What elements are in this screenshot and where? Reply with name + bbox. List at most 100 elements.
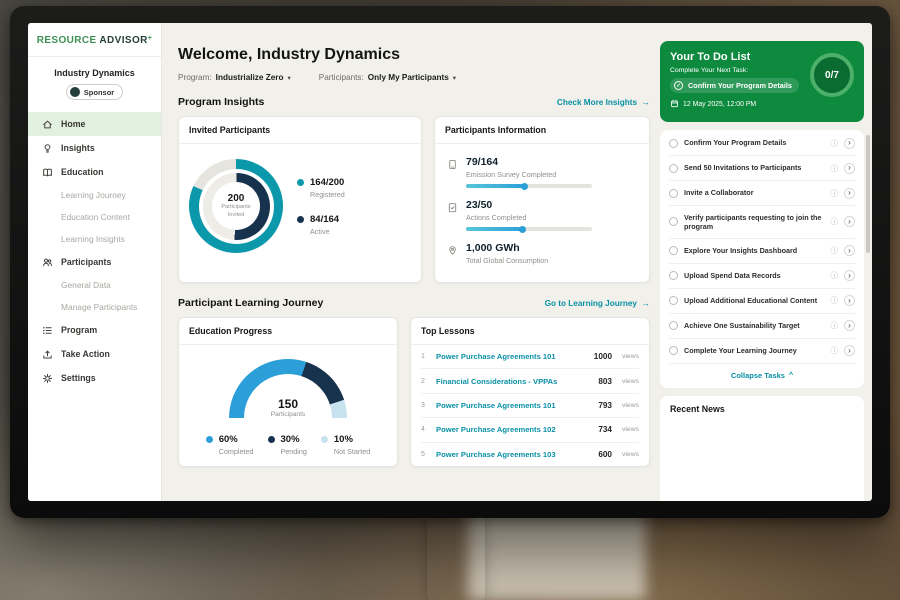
task-row[interactable]: Complete Your Learning Journey ⓘ › (669, 339, 855, 364)
task-checkbox[interactable] (669, 271, 678, 280)
task-checkbox[interactable] (669, 346, 678, 355)
info-icon[interactable]: ⓘ (831, 320, 839, 331)
lesson-link[interactable]: Power Purchase Agreements 102 (436, 425, 590, 434)
sidebar-item-manage-participants[interactable]: Manage Participants (28, 296, 161, 318)
page-title: Welcome, Industry Dynamics (178, 46, 650, 64)
task-row[interactable]: Invite a Collaborator ⓘ › (669, 181, 855, 206)
legend-value: 84/164 (310, 214, 339, 225)
task-checkbox[interactable] (669, 164, 678, 173)
task-row[interactable]: Send 50 Invitations to Participants ⓘ › (669, 156, 855, 181)
legend-label: Active (310, 227, 339, 236)
sidebar-item-insights[interactable]: Insights (28, 136, 161, 160)
collapse-label: Collapse Tasks (731, 371, 785, 380)
sidebar-item-take-action[interactable]: Take Action (28, 342, 161, 366)
go-to-learning-journey-link[interactable]: Go to Learning Journey → (545, 298, 650, 308)
info-icon[interactable]: ⓘ (831, 138, 839, 149)
stat-value: 1,000 GWh (466, 242, 548, 254)
todo-task-list: Confirm Your Program Details ⓘ › Send 50… (660, 130, 864, 388)
sidebar-item-participants[interactable]: Participants (28, 250, 161, 274)
invited-participants-donut-chart: 200 Participants Invited (189, 159, 283, 253)
app-logo: RESOURCE ADVISOR+ (28, 35, 161, 46)
sidebar-item-education-content[interactable]: Education Content (28, 206, 161, 228)
info-icon[interactable]: ⓘ (831, 345, 839, 356)
legend-dot-navy (268, 436, 275, 443)
info-icon[interactable]: ⓘ (831, 188, 839, 199)
task-checkbox[interactable] (669, 246, 678, 255)
sidebar-item-label: Education (61, 167, 104, 177)
due-date-row: 12 May 2025, 12:00 PM (670, 99, 854, 110)
chevron-right-icon[interactable]: › (844, 138, 855, 149)
task-row[interactable]: Explore Your Insights Dashboard ⓘ › (669, 239, 855, 264)
lesson-link[interactable]: Financial Considerations - VPPAs (436, 377, 590, 386)
lesson-views: 1000 (594, 352, 612, 361)
lesson-link[interactable]: Power Purchase Agreements 101 (436, 352, 586, 361)
sidebar-item-home[interactable]: Home (28, 112, 161, 136)
task-checkbox[interactable] (669, 321, 678, 330)
lesson-row: 2 Financial Considerations - VPPAs 803 v… (421, 369, 639, 393)
chevron-right-icon[interactable]: › (844, 163, 855, 174)
legend-value: 60% (219, 434, 254, 445)
chevron-right-icon[interactable]: › (844, 270, 855, 281)
program-filter[interactable]: Program: Industrialize Zero ▾ (178, 73, 291, 82)
location-pin-icon (447, 242, 458, 270)
info-icon[interactable]: ⓘ (831, 245, 839, 256)
check-more-insights-link[interactable]: Check More Insights → (557, 97, 650, 107)
sidebar-item-learning-journey[interactable]: Learning Journey (28, 184, 161, 206)
chevron-right-icon[interactable]: › (844, 188, 855, 199)
scrollbar[interactable] (866, 135, 870, 253)
divider (28, 56, 161, 57)
task-label: Upload Spend Data Records (684, 271, 825, 280)
lesson-row: 3 Power Purchase Agreements 101 793 view… (421, 394, 639, 418)
sidebar-item-label: Program (61, 325, 97, 335)
legend-label: Registered (310, 190, 345, 199)
lesson-link[interactable]: Power Purchase Agreements 103 (436, 450, 590, 459)
chevron-right-icon[interactable]: › (844, 320, 855, 331)
next-task-pill[interactable]: ✓ Confirm Your Program Details (670, 78, 799, 93)
sidebar-item-program[interactable]: Program (28, 318, 161, 342)
card-title: Invited Participants (179, 117, 421, 144)
todo-progress-count: 0/7 (825, 70, 839, 81)
task-label: Send 50 Invitations to Participants (684, 163, 825, 172)
collapse-tasks-button[interactable]: Collapse Tasks ^ (669, 364, 855, 385)
sidebar-item-label: Education Content (61, 212, 130, 222)
info-icon[interactable]: ⓘ (831, 270, 839, 281)
task-checkbox[interactable] (669, 217, 678, 226)
todo-progress-ring: 0/7 (810, 53, 854, 97)
info-icon[interactable]: ⓘ (831, 216, 839, 227)
sidebar-item-education[interactable]: Education (28, 160, 161, 184)
legend-dot-light (321, 436, 328, 443)
sidebar-item-general-data[interactable]: General Data (28, 274, 161, 296)
legend-label: Completed (219, 447, 254, 456)
chevron-down-icon: ▾ (453, 74, 456, 82)
book-icon (42, 167, 53, 178)
task-checkbox[interactable] (669, 189, 678, 198)
info-icon[interactable]: ⓘ (831, 295, 839, 306)
task-row[interactable]: Achieve One Sustainability Target ⓘ › (669, 314, 855, 339)
lesson-link[interactable]: Power Purchase Agreements 101 (436, 401, 590, 410)
education-progress-gauge-chart: 150 Participants (229, 359, 347, 418)
chevron-right-icon[interactable]: › (844, 216, 855, 227)
task-label: Complete Your Learning Journey (684, 346, 825, 355)
participants-filter[interactable]: Participants: Only My Participants ▾ (319, 73, 456, 82)
chevron-right-icon[interactable]: › (844, 345, 855, 356)
task-row[interactable]: Upload Spend Data Records ⓘ › (669, 264, 855, 289)
task-row[interactable]: Upload Additional Educational Content ⓘ … (669, 289, 855, 314)
sidebar-item-learning-insights[interactable]: Learning Insights (28, 228, 161, 250)
top-lessons-card: Top Lessons 1 Power Purchase Agreements … (410, 317, 650, 467)
sponsor-badge[interactable]: Sponsor (66, 84, 123, 100)
lesson-rank: 3 (421, 402, 428, 409)
legend-dot-teal (297, 179, 304, 186)
gauge-center-value: 150 (229, 397, 347, 411)
info-icon[interactable]: ⓘ (831, 163, 839, 174)
task-row[interactable]: Verify participants requesting to join t… (669, 206, 855, 239)
task-checkbox[interactable] (669, 296, 678, 305)
chevron-right-icon[interactable]: › (844, 245, 855, 256)
legend-value: 164/200 (310, 177, 345, 188)
task-row[interactable]: Confirm Your Program Details ⓘ › (669, 131, 855, 156)
sidebar-item-settings[interactable]: Settings (28, 366, 161, 390)
filter-label: Participants: (319, 73, 364, 82)
chevron-right-icon[interactable]: › (844, 295, 855, 306)
stat-global-consumption: 1,000 GWh Total Global Consumption (447, 242, 637, 270)
stat-actions-completed: 23/50 Actions Completed (447, 199, 637, 231)
task-checkbox[interactable] (669, 139, 678, 148)
